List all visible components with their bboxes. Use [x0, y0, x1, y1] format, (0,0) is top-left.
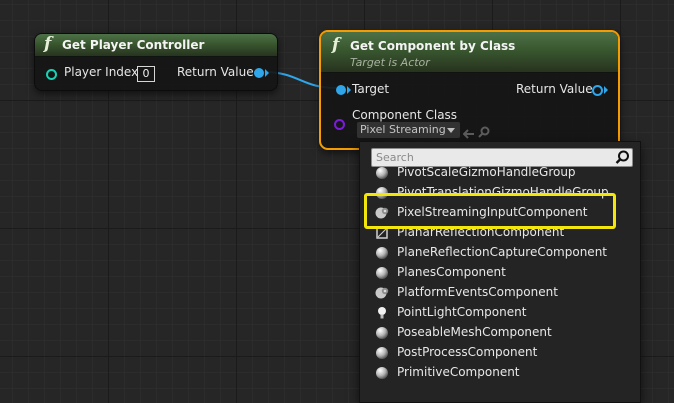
player-index-input[interactable]: 0: [137, 66, 155, 82]
sphere-icon: [375, 265, 389, 279]
player-index-label: Player Index: [64, 65, 139, 79]
class-picker-popup[interactable]: PivotScaleGizmoHandleGroupPivotTranslati…: [359, 141, 641, 403]
list-item-label: PlaneReflectionCaptureComponent: [397, 245, 607, 259]
list-item-label: PivotScaleGizmoHandleGroup: [397, 165, 576, 179]
list-item[interactable]: PostProcessComponent: [360, 342, 640, 362]
node-header[interactable]: f Get Player Controller: [35, 34, 277, 57]
gear-sphere-icon: [375, 285, 389, 299]
node-subtitle: Target is Actor: [350, 56, 430, 69]
list-item-label: PoseableMeshComponent: [397, 325, 552, 339]
node-header[interactable]: f Get Component by Class Target is Actor: [321, 32, 618, 73]
player-index-pin[interactable]: [46, 69, 57, 80]
component-class-dropdown[interactable]: Pixel Streaming: [357, 122, 460, 138]
list-item[interactable]: PivotScaleGizmoHandleGroup: [360, 162, 640, 182]
list-item-label: PrimitiveComponent: [397, 365, 520, 379]
get-component-by-class-node[interactable]: f Get Component by Class Target is Actor…: [319, 30, 620, 150]
node-title: Get Player Controller: [62, 38, 205, 52]
return-value-pin[interactable]: [592, 85, 603, 96]
lightbulb-icon: [375, 305, 389, 319]
return-value-arrow: [265, 69, 269, 77]
node-title: Get Component by Class: [350, 39, 516, 53]
list-item-label: PostProcessComponent: [397, 345, 538, 359]
sphere-icon: [375, 325, 389, 339]
dropdown-value: Pixel Streaming: [360, 123, 446, 136]
list-item[interactable]: PlanesComponent: [360, 262, 640, 282]
function-icon: f: [332, 35, 340, 55]
component-class-label: Component Class: [352, 108, 458, 122]
list-item-label: PlatformEventsComponent: [397, 285, 558, 299]
return-value-label: Return Value: [177, 65, 254, 79]
list-item[interactable]: PoseableMeshComponent: [360, 322, 640, 342]
list-item[interactable]: PointLightComponent: [360, 302, 640, 322]
component-class-pin[interactable]: [334, 119, 345, 130]
list-item-label: PointLightComponent: [397, 305, 527, 319]
chevron-down-icon: [447, 128, 455, 133]
sphere-icon: [375, 365, 389, 379]
target-pin[interactable]: [336, 85, 346, 95]
function-icon: f: [44, 34, 52, 54]
sphere-icon: [375, 245, 389, 259]
list-item[interactable]: PlaneReflectionCaptureComponent: [360, 242, 640, 262]
list-item[interactable]: PrimitiveComponent: [360, 362, 640, 382]
return-value-arrow: [604, 86, 608, 94]
browse-search-icon[interactable]: [478, 123, 490, 142]
get-player-controller-node[interactable]: f Get Player Controller Player Index 0 R…: [34, 33, 278, 91]
sphere-icon: [375, 165, 389, 179]
return-value-label: Return Value: [516, 82, 593, 96]
sphere-icon: [375, 345, 389, 359]
list-item[interactable]: PlatformEventsComponent: [360, 282, 640, 302]
target-label: Target: [352, 82, 390, 96]
return-value-pin[interactable]: [254, 68, 264, 78]
callout-highlight: [364, 193, 616, 229]
list-item-label: PlanesComponent: [397, 265, 506, 279]
target-arrow: [347, 86, 351, 94]
